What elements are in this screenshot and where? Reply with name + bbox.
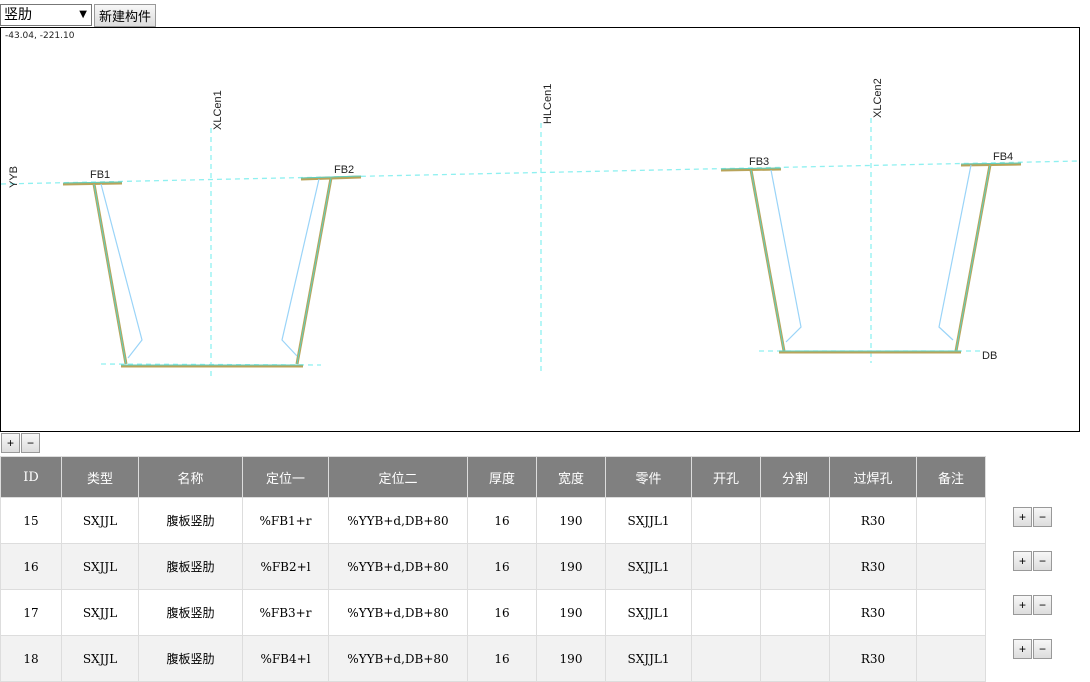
cell-thickness[interactable]: 16: [467, 589, 537, 636]
add-row-button[interactable]: +: [1013, 551, 1032, 571]
fb4-label: FB4: [993, 151, 1013, 163]
table-header: ID 类型 名称 定位一 定位二 厚度 宽度 零件 开孔 分割 过焊孔 备注: [0, 456, 986, 498]
components-table: ID 类型 名称 定位一 定位二 厚度 宽度 零件 开孔 分割 过焊孔 备注 15 SXJJL 腹板竖肋%…: [0, 456, 986, 682]
rib-fb4: [938, 164, 972, 341]
cell-position-1[interactable]: %FB4+l: [242, 635, 329, 682]
column-header-part: 零件: [605, 456, 692, 498]
cell-weld-hole[interactable]: R30: [829, 497, 917, 544]
row-controls: + −: [1013, 639, 1053, 659]
column-header-thickness: 厚度: [467, 456, 537, 498]
cell-position-2[interactable]: %YYB+d,DB+80: [328, 497, 468, 544]
cell-remark[interactable]: [916, 589, 986, 636]
cell-thickness[interactable]: 16: [467, 497, 537, 544]
row-controls: + −: [1013, 551, 1053, 571]
xlcen2-label: XLCen2: [872, 78, 884, 118]
fb3-label: FB3: [749, 156, 769, 168]
cell-width[interactable]: 190: [536, 497, 606, 544]
remove-row-button[interactable]: −: [1033, 639, 1052, 659]
cell-weld-hole[interactable]: R30: [829, 543, 917, 590]
cell-type[interactable]: SXJJL: [61, 589, 139, 636]
cell-position-1[interactable]: %FB1+r: [242, 497, 329, 544]
cell-position-2[interactable]: %YYB+d,DB+80: [328, 543, 468, 590]
row-controls: + −: [1013, 507, 1053, 527]
yyb-label: YYB: [8, 166, 20, 188]
cell-id[interactable]: 17: [0, 589, 62, 636]
cell-position-2[interactable]: %YYB+d,DB+80: [328, 635, 468, 682]
column-header-id: ID: [0, 456, 62, 498]
zoom-in-button[interactable]: +: [1, 433, 20, 453]
column-header-name: 名称: [138, 456, 243, 498]
cell-name[interactable]: 腹板竖肋: [138, 497, 243, 544]
remove-row-button[interactable]: −: [1033, 507, 1052, 527]
cell-part[interactable]: SXJJL1: [605, 589, 692, 636]
table-row[interactable]: 18 SXJJL 腹板竖肋 %FB4+l %YYB+d,DB+80 16 190 SXJJL1…: [0, 635, 986, 682]
cell-part[interactable]: SXJJL1: [605, 543, 692, 590]
db-label: DB: [982, 350, 997, 362]
cell-opening[interactable]: [691, 543, 761, 590]
cell-split[interactable]: [760, 497, 830, 544]
cell-remark[interactable]: [916, 497, 986, 544]
cell-remark[interactable]: [916, 543, 986, 590]
cell-name[interactable]: 腹板竖肋: [138, 635, 243, 682]
table-row[interactable]: 16 SXJJL 腹板竖肋 %FB2+l %YYB+d,DB+80 16 190 SXJJL1…: [0, 543, 986, 590]
hlcen1-label: HLCen1: [542, 84, 554, 124]
cell-type[interactable]: SXJJL: [61, 635, 139, 682]
cell-part[interactable]: SXJJL1: [605, 497, 692, 544]
new-component-button[interactable]: 新建构件: [94, 4, 156, 27]
xlcen1-label: XLCen1: [212, 90, 224, 130]
cell-width[interactable]: 190: [536, 589, 606, 636]
cell-weld-hole[interactable]: R30: [829, 589, 917, 636]
cell-split[interactable]: [760, 635, 830, 682]
chevron-down-icon: ▼: [79, 9, 87, 20]
fb2-label: FB2: [334, 164, 354, 176]
yyb-axis-line: [1, 160, 1079, 185]
row-controls: + −: [1013, 595, 1053, 615]
cell-width[interactable]: 190: [536, 543, 606, 590]
cell-position-2[interactable]: %YYB+d,DB+80: [328, 589, 468, 636]
column-header-position-1: 定位一: [242, 456, 329, 498]
fb1-label: FB1: [90, 169, 110, 181]
cell-opening[interactable]: [691, 589, 761, 636]
column-header-weld-hole: 过焊孔: [829, 456, 917, 498]
column-header-type: 类型: [61, 456, 139, 498]
table-row[interactable]: 15 SXJJL 腹板竖肋 %FB1+r %YYB+d,DB+80 16 190 SXJJL1…: [0, 497, 986, 544]
section-drawing: YYB XLCen1 HLCen1 XLCen2 FB1 FB2 FB3 FB4…: [1, 78, 1079, 380]
cell-type[interactable]: SXJJL: [61, 543, 139, 590]
column-header-remark: 备注: [916, 456, 986, 498]
cell-weld-hole[interactable]: R30: [829, 635, 917, 682]
cell-thickness[interactable]: 16: [467, 635, 537, 682]
cell-name[interactable]: 腹板竖肋: [138, 543, 243, 590]
column-header-position-2: 定位二: [328, 456, 468, 498]
drawing-canvas[interactable]: -43.04, -221.10 YYB XLCen1 HLCen1 XLCen2…: [0, 27, 1080, 432]
cell-width[interactable]: 190: [536, 635, 606, 682]
cell-id[interactable]: 16: [0, 543, 62, 590]
cell-type[interactable]: SXJJL: [61, 497, 139, 544]
cell-position-1[interactable]: %FB3+r: [242, 589, 329, 636]
select-value: 竖肋: [4, 7, 32, 23]
column-header-split: 分割: [760, 456, 830, 498]
add-row-button[interactable]: +: [1013, 595, 1032, 615]
add-row-button[interactable]: +: [1013, 507, 1032, 527]
cell-id[interactable]: 15: [0, 497, 62, 544]
cell-id[interactable]: 18: [0, 635, 62, 682]
cell-remark[interactable]: [916, 635, 986, 682]
zoom-controls: + −: [1, 433, 41, 453]
add-row-button[interactable]: +: [1013, 639, 1032, 659]
column-header-opening: 开孔: [691, 456, 761, 498]
rib-fb3: [770, 169, 802, 343]
cell-opening[interactable]: [691, 497, 761, 544]
cell-name[interactable]: 腹板竖肋: [138, 589, 243, 636]
zoom-out-button[interactable]: −: [21, 433, 40, 453]
component-type-select[interactable]: 竖肋 ▼: [0, 4, 92, 26]
column-header-width: 宽度: [536, 456, 606, 498]
table-row[interactable]: 17 SXJJL 腹板竖肋 %FB3+r %YYB+d,DB+80 16 190 SXJJL1…: [0, 589, 986, 636]
cell-part[interactable]: SXJJL1: [605, 635, 692, 682]
cell-thickness[interactable]: 16: [467, 543, 537, 590]
cell-split[interactable]: [760, 589, 830, 636]
cell-split[interactable]: [760, 543, 830, 590]
remove-row-button[interactable]: −: [1033, 551, 1052, 571]
remove-row-button[interactable]: −: [1033, 595, 1052, 615]
cell-opening[interactable]: [691, 635, 761, 682]
cell-position-1[interactable]: %FB2+l: [242, 543, 329, 590]
